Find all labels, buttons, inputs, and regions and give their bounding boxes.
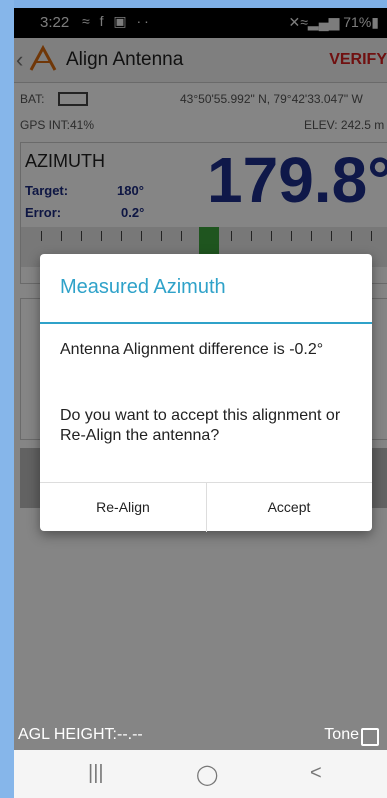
screen: 3:22 ≈ f ▣ ·· ✕≈▂▄▆ 71%▮ ‹ Align Antenna…: [14, 8, 387, 798]
agl-height: AGL HEIGHT:--.--: [18, 726, 143, 743]
measured-azimuth-dialog: Measured Azimuth Antenna Alignment diffe…: [40, 254, 372, 532]
recents-icon[interactable]: |||: [88, 762, 104, 785]
dialog-buttons: Re-Align Accept: [40, 482, 372, 532]
dialog-divider: [40, 322, 372, 324]
dialog-message-question: Do you want to accept this alignment or …: [60, 407, 341, 444]
home-icon[interactable]: ◯: [196, 762, 218, 787]
tone-checkbox[interactable]: [361, 728, 379, 746]
dialog-message-difference: Antenna Alignment difference is -0.2°: [60, 341, 324, 358]
system-nav-bar: ||| ◯ <: [14, 750, 387, 798]
accept-button[interactable]: Accept: [206, 483, 372, 532]
back-icon[interactable]: <: [310, 762, 322, 785]
bottom-row: AGL HEIGHT:--.-- Tone: [14, 722, 387, 750]
dialog-title: Measured Azimuth: [60, 276, 226, 298]
tone-label: Tone: [324, 726, 359, 743]
phone: 3:22 ≈ f ▣ ·· ✕≈▂▄▆ 71%▮ ‹ Align Antenna…: [0, 0, 387, 798]
bezel-left: [0, 0, 14, 798]
realign-button[interactable]: Re-Align: [40, 483, 207, 532]
